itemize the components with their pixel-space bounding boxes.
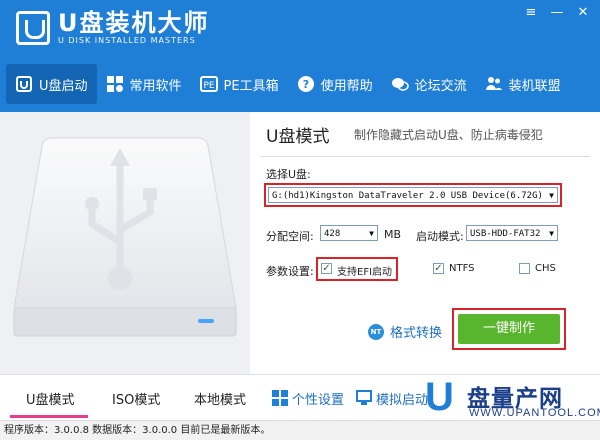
nav-item-forum[interactable]: 论坛交流 [382,64,476,104]
watermark-u: U [425,375,454,419]
dropdown-arrow-icon: ▼ [549,191,554,200]
efi-checkbox[interactable]: ✓ [321,263,332,274]
svg-text:PE: PE [203,81,214,91]
personalize-icon [272,390,288,406]
nav-label: 论坛交流 [414,78,467,94]
window-controls: ≡ — ✕ [520,4,594,22]
nav-item-usb-boot[interactable]: U盘启动 [6,64,97,104]
tab-usb-mode[interactable]: U盘模式 [26,389,75,408]
nav-item-alliance[interactable]: 装机联盟 [476,64,570,104]
boot-mode-label: 启动模式: [416,230,464,243]
nav-label: 常用软件 [129,78,182,94]
efi-label: 支持EFI启动 [337,267,393,278]
boot-mode-select[interactable]: USB-HDD-FAT32 ▼ [466,225,558,241]
nav-item-software[interactable]: 常用软件 [97,64,191,104]
active-tab-indicator [10,415,88,418]
simulate-boot-icon [356,390,372,406]
dropdown-arrow-icon: ▼ [369,229,374,238]
nav-label: PE工具箱 [223,78,279,94]
format-convert-label: 格式转换 [390,326,443,341]
drive-select[interactable]: G:(hd1)Kingston DataTraveler 2.0 USB Dev… [268,187,558,203]
watermark-logo: U 盘量产网 WWW.UPANTOOL.COM [425,377,600,421]
apps-icon [106,75,124,93]
boot-mode-value: USB-HDD-FAT32 [470,229,541,239]
header-bar: U盘装机大师 U DISK INSTALLED MASTERS ≡ — ✕ U盘… [0,0,600,112]
settings-panel: U盘模式 制作隐藏式启动U盘、防止病毒侵犯 选择U盘: G:(hd1)Kings… [250,112,600,374]
pe-toolbox-icon: PE [199,75,218,93]
app-title: U盘装机大师 [58,9,210,37]
drive-illustration-panel [0,112,250,374]
ntfs-convert-icon: NT [368,323,384,340]
chs-checkbox[interactable] [519,263,530,274]
one-click-make-button[interactable]: 一键制作 [458,314,560,344]
mode-description: 制作隐藏式启动U盘、防止病毒侵犯 [354,128,543,142]
mode-title: U盘模式 [266,127,330,147]
svg-text:?: ? [302,78,308,91]
chs-label: CHS [535,263,556,274]
dropdown-arrow-icon: ▼ [549,229,554,238]
drive-select-value: G:(hd1)Kingston DataTraveler 2.0 USB Dev… [272,191,543,201]
tab-local-mode[interactable]: 本地模式 [194,389,246,408]
partition-size-value: 428 [324,229,341,239]
help-icon: ? [297,75,315,93]
usb-icon [15,75,33,93]
menu-button[interactable]: ≡ [520,4,542,22]
nav-label: U盘启动 [39,78,88,94]
status-bar: 程序版本：3.0.0.8 数据版本：3.0.0.0 目前已是最新版本。 [0,420,600,440]
users-icon [485,75,503,93]
bottom-bar: U盘模式 ISO模式 本地模式 个性设置 模拟启动 U 盘量产网 WWW.UPA… [0,374,600,421]
app-subtitle: U DISK INSTALLED MASTERS [58,36,196,45]
params-label: 参数设置: [266,265,314,278]
close-button[interactable]: ✕ [572,4,594,22]
partition-label: 分配空间: [266,230,314,243]
minimize-button[interactable]: — [546,4,568,22]
select-drive-label: 选择U盘: [266,168,311,181]
partition-unit: MB [384,228,402,241]
main-nav: U盘启动 常用软件 PE PE工具箱 ? 使用帮助 论坛交流 装机联盟 [0,64,600,104]
format-convert-link[interactable]: NT 格式转换 [368,322,442,341]
usb-logo-icon [16,10,50,45]
simulate-boot-link[interactable]: 模拟启动 [376,389,428,408]
personalize-link[interactable]: 个性设置 [292,389,344,408]
nav-item-pe-toolbox[interactable]: PE PE工具箱 [191,64,288,104]
nav-item-help[interactable]: ? 使用帮助 [288,64,382,104]
ntfs-label: NTFS [449,263,475,274]
tab-iso-mode[interactable]: ISO模式 [112,389,160,408]
ntfs-checkbox[interactable]: ✓ [433,263,444,274]
partition-size-select[interactable]: 428 ▼ [320,225,378,241]
usb-drive-illustration [13,137,237,337]
app-logo: U盘装机大师 U DISK INSTALLED MASTERS [16,10,210,45]
nav-label: 装机联盟 [508,78,561,94]
chat-icon [391,75,409,93]
watermark-url: WWW.UPANTOOL.COM [469,407,600,419]
nav-label: 使用帮助 [320,78,373,94]
divider [260,156,590,157]
